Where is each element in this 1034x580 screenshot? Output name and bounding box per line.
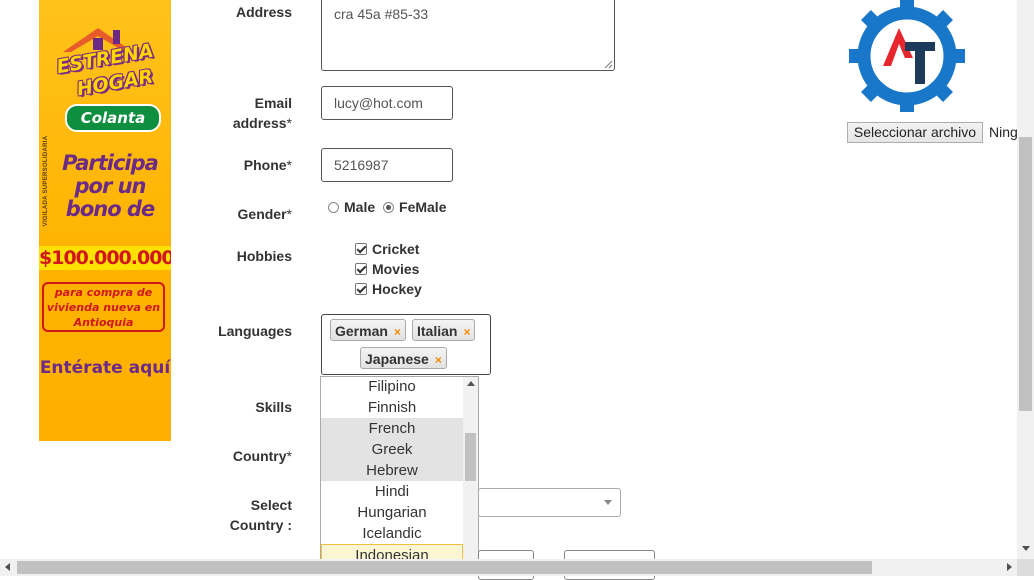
language-option[interactable]: Finnish [321,397,463,418]
gender-label: Gender* [237,206,292,222]
vertical-scrollbar[interactable] [1017,0,1034,559]
address-value: cra 45a #85-33 [334,6,429,22]
hobby-hockey[interactable]: Hockey [355,281,422,299]
language-option[interactable]: Filipino [321,377,463,397]
checkbox-cricket[interactable] [355,243,367,255]
file-status-text: Ning [989,124,1018,140]
dropdown-scroll-thumb[interactable] [465,433,476,481]
phone-field[interactable]: 5216987 [321,148,453,182]
language-tag-japanese: Japanese × [360,347,447,369]
remove-tag-icon[interactable]: × [394,325,401,339]
advertisement-banner[interactable]: ESTRENA HOGAR Colanta VIGILADA SUPERSOLI… [39,0,171,441]
ad-amount: $100.000.000 [39,246,171,270]
gear-logo-icon [849,0,965,112]
hobbies-label: Hobbies [236,248,292,264]
language-tag-label: Italian [417,323,458,339]
language-option[interactable]: Greek [321,439,463,460]
address-textarea[interactable]: cra 45a #85-33 [321,0,615,71]
remove-tag-icon[interactable]: × [463,325,470,339]
horizontal-scrollbar[interactable] [0,559,1034,576]
scroll-down-arrow-icon[interactable] [1022,546,1030,551]
radio-male[interactable] [328,202,339,213]
checkbox-hockey[interactable] [355,283,367,295]
language-option[interactable]: Icelandic [321,523,463,544]
language-option[interactable]: Hindi [321,481,463,502]
language-option[interactable]: French [321,418,463,439]
languages-multiselect[interactable]: German × Italian × Japanese × [321,314,491,375]
radio-female-label: FeMale [399,199,447,215]
select-country-label: Select Country : [229,497,292,533]
language-tag-german: German × [330,319,406,341]
hobby-movies[interactable]: Movies [355,261,419,279]
radio-male-label: Male [344,199,376,215]
choose-file-button[interactable]: Seleccionar archivo [847,122,983,143]
resize-grip-icon[interactable] [604,60,613,69]
language-tag-label: German [335,323,388,339]
address-label: Address [235,4,292,20]
hobby-cricket-label: Cricket [372,241,420,257]
chevron-down-icon [604,500,612,505]
phone-value: 5216987 [334,157,389,173]
phone-label: Phone* [243,157,292,173]
languages-label: Languages [218,323,292,339]
ad-detail: para compra de vivienda nueva en Antioqu… [42,282,165,332]
scroll-right-arrow-icon[interactable] [1007,563,1012,571]
select-country-dropdown[interactable] [478,488,621,517]
scroll-up-arrow-icon[interactable] [467,381,475,386]
email-label: Email address* [232,95,292,131]
scroll-left-arrow-icon[interactable] [5,563,10,571]
hobby-movies-label: Movies [372,261,420,277]
remove-tag-icon[interactable]: × [435,353,442,367]
scrollbar-corner [1017,559,1034,576]
horizontal-scroll-thumb[interactable] [17,561,872,574]
radio-female[interactable] [383,202,395,213]
language-tag-italian: Italian × [412,319,476,341]
vertical-scroll-thumb[interactable] [1019,137,1032,411]
skills-label: Skills [255,399,292,415]
country-label: Country* [232,448,292,464]
gender-radio-group: Male FeMale [328,199,450,217]
languages-dropdown-list[interactable]: Filipino Finnish French Greek Hebrew Hin… [320,376,479,562]
language-tag-label: Japanese [365,351,429,367]
email-value: lucy@hot.com [334,95,423,111]
language-option[interactable]: Hebrew [321,460,463,481]
ad-headline: Participa por un bono de [62,151,159,221]
hobby-cricket[interactable]: Cricket [355,241,419,259]
ad-cta[interactable]: Entérate aquí [39,358,171,378]
dropdown-scrollbar[interactable] [463,377,478,561]
hobby-hockey-label: Hockey [372,281,422,297]
ad-side-text: VIGILADA SUPERSOLIDARIA [43,135,49,227]
colanta-logo: Colanta [65,104,161,132]
language-option[interactable]: Hungarian [321,502,463,523]
email-field[interactable]: lucy@hot.com [321,86,453,120]
checkbox-movies[interactable] [355,263,367,275]
